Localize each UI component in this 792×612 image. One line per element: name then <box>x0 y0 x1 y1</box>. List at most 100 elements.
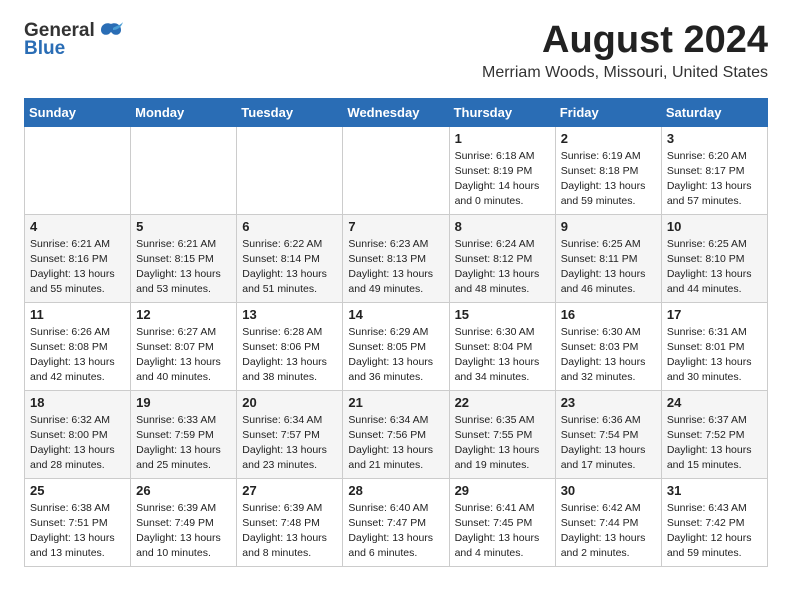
day-info: Sunrise: 6:26 AM Sunset: 8:08 PM Dayligh… <box>30 325 125 386</box>
calendar-cell: 11Sunrise: 6:26 AM Sunset: 8:08 PM Dayli… <box>25 302 131 390</box>
calendar-cell: 21 Sunrise: 6:34 AM Sunset: 7:56 PM Dayli… <box>343 390 449 478</box>
calendar-cell: 27Sunrise: 6:39 AM Sunset: 7:48 PM Dayli… <box>237 478 343 566</box>
day-info: Sunrise: 6:18 AM Sunset: 8:19 PM Dayligh… <box>455 149 550 210</box>
day-info: Sunrise: 6:21 AM Sunset: 8:16 PM Dayligh… <box>30 237 125 298</box>
calendar-table: SundayMondayTuesdayWednesdayThursdayFrid… <box>24 98 768 567</box>
day-number: 16 <box>561 307 656 322</box>
day-info: Sunrise: 6:38 AM Sunset: 7:51 PM Dayligh… <box>30 501 125 562</box>
day-number: 28 <box>348 483 443 498</box>
calendar-cell: 12 Sunrise: 6:27 AM Sunset: 8:07 PM Dayli… <box>131 302 237 390</box>
day-info: Sunrise: 6:42 AM Sunset: 7:44 PM Dayligh… <box>561 501 656 562</box>
calendar-cell: 28 Sunrise: 6:40 AM Sunset: 7:47 PM Dayli… <box>343 478 449 566</box>
col-header-sunday: Sunday <box>25 98 131 126</box>
day-number: 29 <box>455 483 550 498</box>
calendar-header-row: SundayMondayTuesdayWednesdayThursdayFrid… <box>25 98 768 126</box>
calendar-cell: 24 Sunrise: 6:37 AM Sunset: 7:52 PM Dayli… <box>661 390 767 478</box>
calendar-cell: 6Sunrise: 6:22 AM Sunset: 8:14 PM Daylig… <box>237 214 343 302</box>
calendar-cell <box>343 126 449 214</box>
calendar-title: August 2024 <box>482 20 768 62</box>
day-info: Sunrise: 6:39 AM Sunset: 7:49 PM Dayligh… <box>136 501 231 562</box>
day-info: Sunrise: 6:41 AM Sunset: 7:45 PM Dayligh… <box>455 501 550 562</box>
calendar-week-5: 25 Sunrise: 6:38 AM Sunset: 7:51 PM Dayli… <box>25 478 768 566</box>
calendar-cell: 17 Sunrise: 6:31 AM Sunset: 8:01 PM Dayli… <box>661 302 767 390</box>
day-info: Sunrise: 6:30 AM Sunset: 8:03 PM Dayligh… <box>561 325 656 386</box>
day-number: 23 <box>561 395 656 410</box>
col-header-wednesday: Wednesday <box>343 98 449 126</box>
day-info: Sunrise: 6:23 AM Sunset: 8:13 PM Dayligh… <box>348 237 443 298</box>
day-number: 18 <box>30 395 125 410</box>
day-number: 8 <box>455 219 550 234</box>
calendar-cell: 10 Sunrise: 6:25 AM Sunset: 8:10 PM Dayli… <box>661 214 767 302</box>
day-info: Sunrise: 6:21 AM Sunset: 8:15 PM Dayligh… <box>136 237 231 298</box>
day-info: Sunrise: 6:28 AM Sunset: 8:06 PM Dayligh… <box>242 325 337 386</box>
day-number: 22 <box>455 395 550 410</box>
calendar-week-3: 11Sunrise: 6:26 AM Sunset: 8:08 PM Dayli… <box>25 302 768 390</box>
col-header-monday: Monday <box>131 98 237 126</box>
calendar-cell: 9 Sunrise: 6:25 AM Sunset: 8:11 PM Daylig… <box>555 214 661 302</box>
day-number: 9 <box>561 219 656 234</box>
calendar-cell: 5Sunrise: 6:21 AM Sunset: 8:15 PM Daylig… <box>131 214 237 302</box>
col-header-saturday: Saturday <box>661 98 767 126</box>
day-info: Sunrise: 6:34 AM Sunset: 7:57 PM Dayligh… <box>242 413 337 474</box>
calendar-cell <box>25 126 131 214</box>
calendar-subtitle: Merriam Woods, Missouri, United States <box>482 64 768 82</box>
day-info: Sunrise: 6:40 AM Sunset: 7:47 PM Dayligh… <box>348 501 443 562</box>
calendar-cell <box>131 126 237 214</box>
day-info: Sunrise: 6:37 AM Sunset: 7:52 PM Dayligh… <box>667 413 762 474</box>
day-info: Sunrise: 6:20 AM Sunset: 8:17 PM Dayligh… <box>667 149 762 210</box>
day-info: Sunrise: 6:30 AM Sunset: 8:04 PM Dayligh… <box>455 325 550 386</box>
day-number: 15 <box>455 307 550 322</box>
day-info: Sunrise: 6:25 AM Sunset: 8:11 PM Dayligh… <box>561 237 656 298</box>
day-number: 7 <box>348 219 443 234</box>
col-header-tuesday: Tuesday <box>237 98 343 126</box>
calendar-cell: 23 Sunrise: 6:36 AM Sunset: 7:54 PM Dayli… <box>555 390 661 478</box>
day-number: 3 <box>667 131 762 146</box>
day-number: 17 <box>667 307 762 322</box>
day-info: Sunrise: 6:32 AM Sunset: 8:00 PM Dayligh… <box>30 413 125 474</box>
day-number: 25 <box>30 483 125 498</box>
day-number: 20 <box>242 395 337 410</box>
calendar-cell: 3 Sunrise: 6:20 AM Sunset: 8:17 PM Daylig… <box>661 126 767 214</box>
day-number: 2 <box>561 131 656 146</box>
day-number: 12 <box>136 307 231 322</box>
day-info: Sunrise: 6:35 AM Sunset: 7:55 PM Dayligh… <box>455 413 550 474</box>
calendar-cell: 8 Sunrise: 6:24 AM Sunset: 8:12 PM Daylig… <box>449 214 555 302</box>
day-number: 21 <box>348 395 443 410</box>
day-number: 10 <box>667 219 762 234</box>
calendar-cell: 14 Sunrise: 6:29 AM Sunset: 8:05 PM Dayli… <box>343 302 449 390</box>
day-info: Sunrise: 6:25 AM Sunset: 8:10 PM Dayligh… <box>667 237 762 298</box>
calendar-cell: 31 Sunrise: 6:43 AM Sunset: 7:42 PM Dayli… <box>661 478 767 566</box>
calendar-week-1: 1 Sunrise: 6:18 AM Sunset: 8:19 PM Daylig… <box>25 126 768 214</box>
calendar-cell: 26 Sunrise: 6:39 AM Sunset: 7:49 PM Dayli… <box>131 478 237 566</box>
day-number: 31 <box>667 483 762 498</box>
day-info: Sunrise: 6:31 AM Sunset: 8:01 PM Dayligh… <box>667 325 762 386</box>
calendar-cell: 16 Sunrise: 6:30 AM Sunset: 8:03 PM Dayli… <box>555 302 661 390</box>
title-block: August 2024 Merriam Woods, Missouri, Uni… <box>482 20 768 82</box>
day-info: Sunrise: 6:27 AM Sunset: 8:07 PM Dayligh… <box>136 325 231 386</box>
day-info: Sunrise: 6:29 AM Sunset: 8:05 PM Dayligh… <box>348 325 443 386</box>
day-number: 14 <box>348 307 443 322</box>
calendar-cell: 15 Sunrise: 6:30 AM Sunset: 8:04 PM Dayli… <box>449 302 555 390</box>
day-number: 24 <box>667 395 762 410</box>
day-info: Sunrise: 6:43 AM Sunset: 7:42 PM Dayligh… <box>667 501 762 562</box>
day-number: 1 <box>455 131 550 146</box>
day-number: 13 <box>242 307 337 322</box>
calendar-cell: 29 Sunrise: 6:41 AM Sunset: 7:45 PM Dayli… <box>449 478 555 566</box>
calendar-cell: 22 Sunrise: 6:35 AM Sunset: 7:55 PM Dayli… <box>449 390 555 478</box>
day-number: 4 <box>30 219 125 234</box>
calendar-cell: 13 Sunrise: 6:28 AM Sunset: 8:06 PM Dayli… <box>237 302 343 390</box>
calendar-cell: 1 Sunrise: 6:18 AM Sunset: 8:19 PM Daylig… <box>449 126 555 214</box>
day-info: Sunrise: 6:34 AM Sunset: 7:56 PM Dayligh… <box>348 413 443 474</box>
day-info: Sunrise: 6:24 AM Sunset: 8:12 PM Dayligh… <box>455 237 550 298</box>
day-number: 19 <box>136 395 231 410</box>
calendar-week-4: 18 Sunrise: 6:32 AM Sunset: 8:00 PM Dayli… <box>25 390 768 478</box>
calendar-week-2: 4 Sunrise: 6:21 AM Sunset: 8:16 PM Daylig… <box>25 214 768 302</box>
day-info: Sunrise: 6:39 AM Sunset: 7:48 PM Dayligh… <box>242 501 337 562</box>
col-header-thursday: Thursday <box>449 98 555 126</box>
day-number: 6 <box>242 219 337 234</box>
calendar-cell <box>237 126 343 214</box>
calendar-cell: 25 Sunrise: 6:38 AM Sunset: 7:51 PM Dayli… <box>25 478 131 566</box>
logo-bird-icon <box>99 22 123 40</box>
day-info: Sunrise: 6:36 AM Sunset: 7:54 PM Dayligh… <box>561 413 656 474</box>
day-number: 26 <box>136 483 231 498</box>
